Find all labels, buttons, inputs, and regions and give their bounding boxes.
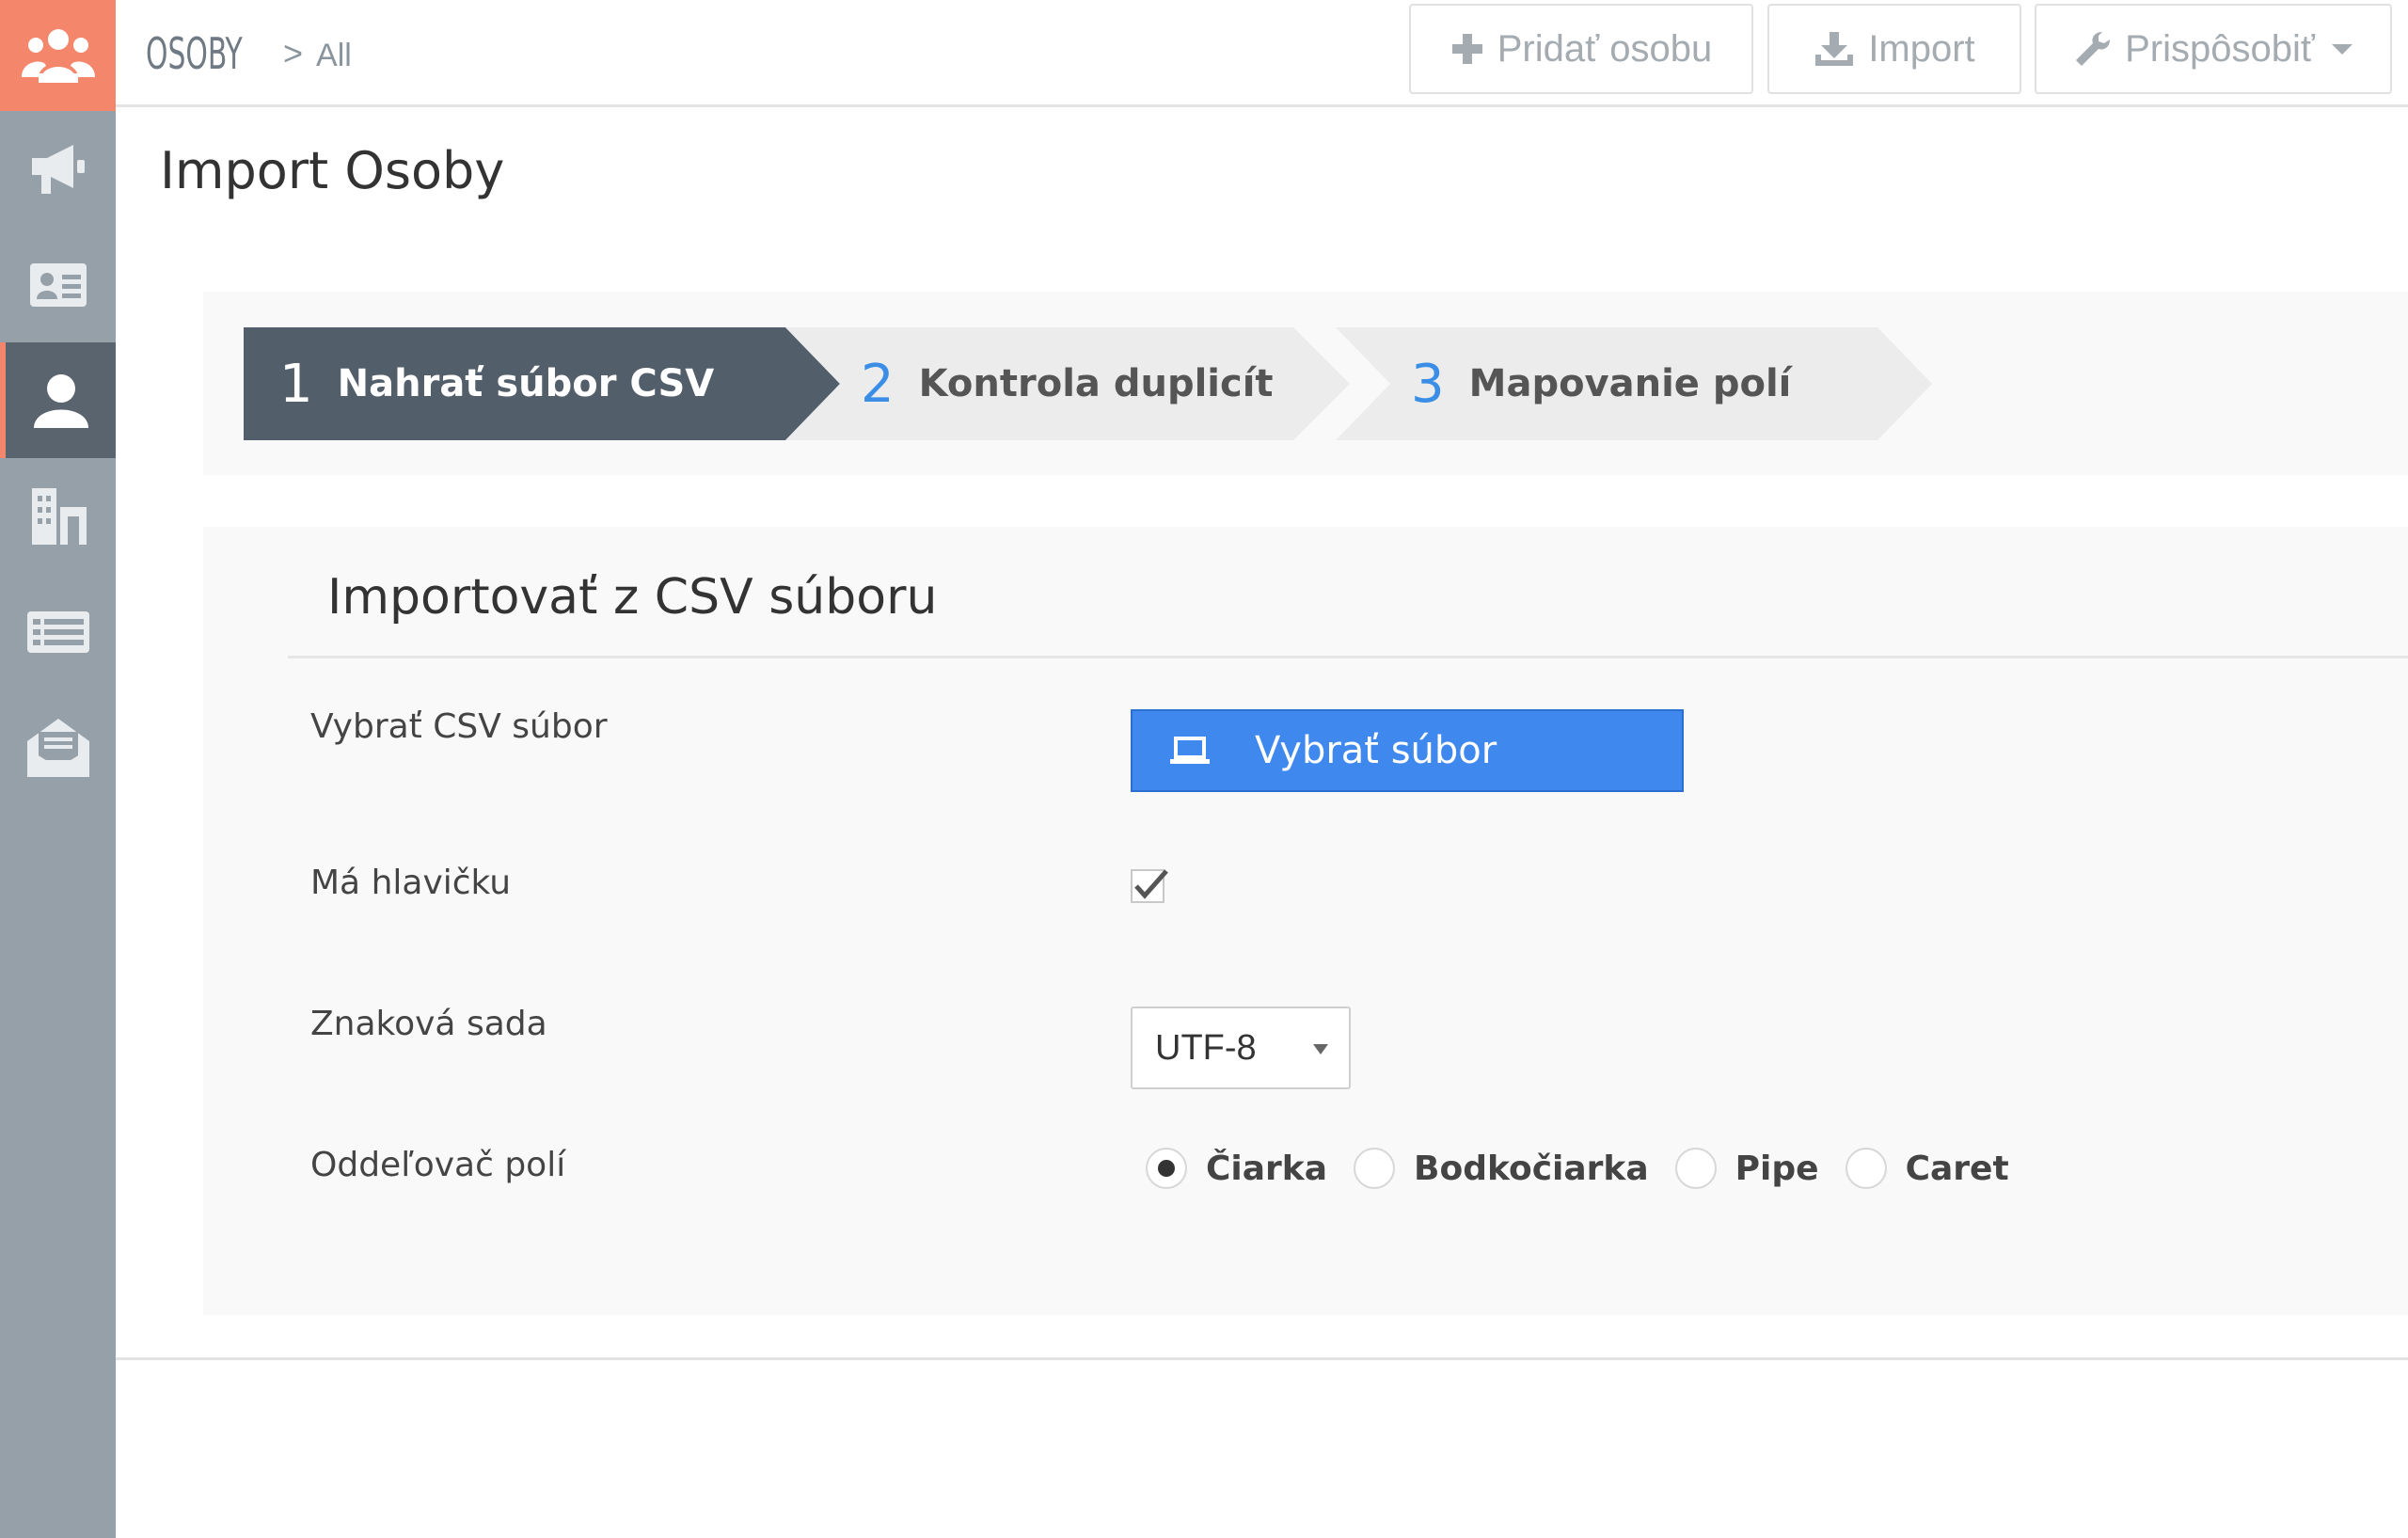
separator-option-pipe[interactable]: Pipe xyxy=(1674,1148,1819,1189)
step-upload-csv: 1 Nahrať súbor CSV xyxy=(244,327,840,440)
wrench-icon xyxy=(2076,32,2111,66)
step-number: 1 xyxy=(279,353,313,415)
chevron-down-icon xyxy=(1313,1044,1328,1054)
breadcrumb-module[interactable]: OSOBY xyxy=(146,28,243,79)
contact-card-icon xyxy=(29,262,87,307)
separator-option-caret[interactable]: Caret xyxy=(1845,1148,2009,1189)
step-label: Kontrola duplicít xyxy=(918,362,1274,405)
add-person-label: Pridať osobu xyxy=(1497,27,1713,70)
step-number: 2 xyxy=(861,353,895,415)
step-label: Mapovanie polí xyxy=(1468,362,1792,405)
page-title: Import Osoby xyxy=(160,141,505,200)
laptop-icon xyxy=(1170,737,1210,764)
add-person-button[interactable]: Pridať osobu xyxy=(1409,4,1753,94)
megaphone-icon xyxy=(31,144,85,194)
sidebar-item-emails[interactable] xyxy=(0,690,116,805)
radio-selected-dot xyxy=(1158,1160,1175,1177)
form-title: Importovať z CSV súboru xyxy=(327,569,938,626)
envelope-icon xyxy=(26,718,89,777)
charset-label: Znaková sada xyxy=(310,1005,547,1043)
import-button[interactable]: Import xyxy=(1767,4,2021,94)
sidebar-logo[interactable] xyxy=(0,0,116,111)
radio-button[interactable] xyxy=(1674,1148,1717,1189)
plus-icon xyxy=(1451,34,1482,64)
radio-label: Caret xyxy=(1905,1149,2009,1188)
customize-button[interactable]: Prispôsobiť xyxy=(2035,4,2392,94)
separator-label: Oddeľovač polí xyxy=(310,1146,566,1184)
users-group-icon xyxy=(21,29,95,83)
step-number: 3 xyxy=(1411,353,1445,415)
separator-option-comma[interactable]: Čiarka xyxy=(1146,1148,1327,1189)
charset-select[interactable]: UTF-8 xyxy=(1131,1007,1351,1089)
step-label: Nahrať súbor CSV xyxy=(337,362,715,405)
buildings-icon xyxy=(31,487,87,545)
step-field-mapping: 3 Mapovanie polí xyxy=(1336,327,1932,440)
footer-divider xyxy=(116,1357,2408,1360)
sidebar xyxy=(0,0,116,1538)
file-label: Vybrať CSV súbor xyxy=(310,707,608,746)
import-form-panel xyxy=(203,527,2408,1315)
person-icon xyxy=(33,373,88,428)
breadcrumb-view[interactable]: All xyxy=(316,38,352,74)
charset-value: UTF-8 xyxy=(1155,1027,1257,1068)
sidebar-item-campaigns[interactable] xyxy=(0,111,116,227)
sidebar-item-companies[interactable] xyxy=(0,458,116,574)
import-label: Import xyxy=(1868,27,1975,70)
breadcrumb: OSOBY > All xyxy=(146,0,352,107)
sidebar-item-contacts[interactable] xyxy=(0,227,116,342)
sidebar-item-persons[interactable] xyxy=(0,342,116,458)
radio-button[interactable] xyxy=(1845,1148,1887,1189)
list-icon xyxy=(26,610,89,653)
separator-option-semicolon[interactable]: Bodkočiarka xyxy=(1354,1148,1649,1189)
customize-label: Prispôsobiť xyxy=(2125,27,2315,70)
has-header-checkbox[interactable] xyxy=(1131,867,1168,905)
sidebar-item-lists[interactable] xyxy=(0,574,116,690)
chevron-down-icon xyxy=(2331,43,2353,55)
radio-label: Bodkočiarka xyxy=(1414,1149,1649,1188)
form-divider xyxy=(288,656,2408,658)
choose-file-button[interactable]: Vybrať súbor xyxy=(1131,709,1684,792)
choose-file-label: Vybrať súbor xyxy=(1255,729,1497,772)
radio-label: Čiarka xyxy=(1206,1149,1328,1188)
radio-label: Pipe xyxy=(1735,1149,1819,1188)
breadcrumb-separator: > xyxy=(283,34,304,72)
top-bar: OSOBY > All Pridať osobu Import Prispôso… xyxy=(116,0,2408,107)
separator-radio-group: Čiarka Bodkočiarka Pipe Caret xyxy=(1146,1142,2036,1195)
radio-button[interactable] xyxy=(1146,1148,1187,1189)
radio-button[interactable] xyxy=(1354,1148,1396,1189)
header-label: Má hlavičku xyxy=(310,864,512,902)
download-icon xyxy=(1815,32,1854,66)
step-duplicate-check: 2 Kontrola duplicít xyxy=(785,327,1350,440)
